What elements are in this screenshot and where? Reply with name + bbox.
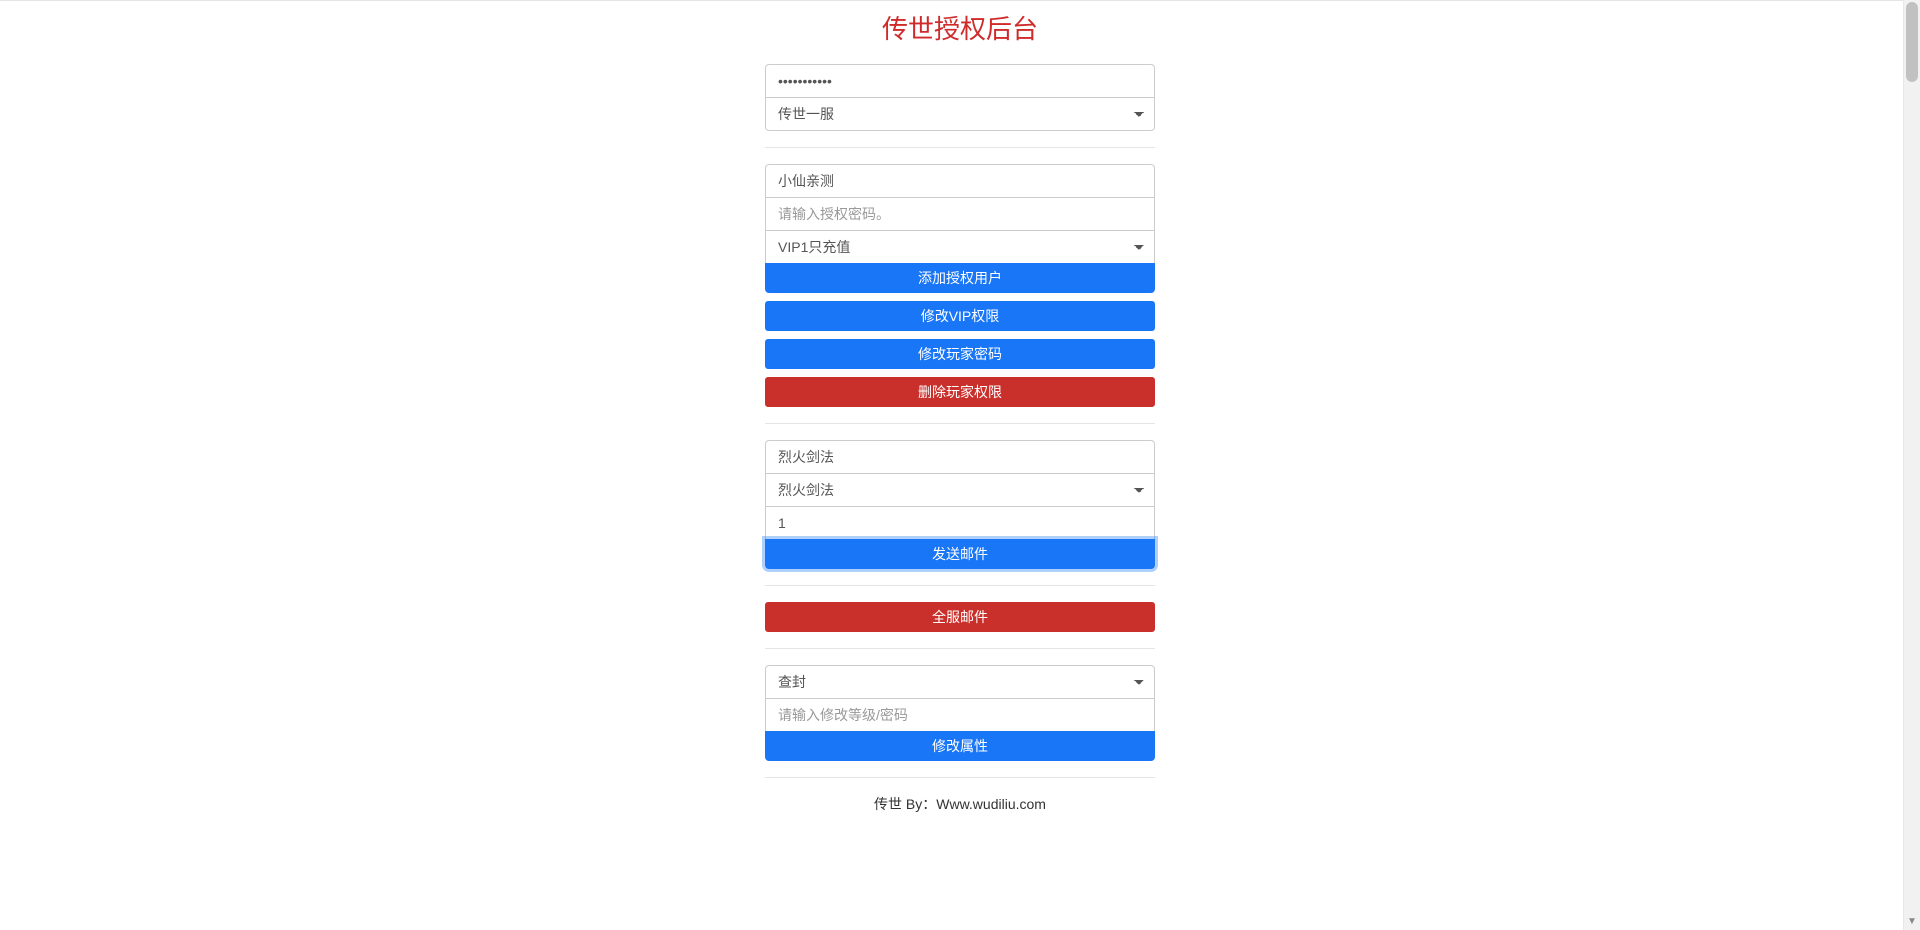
- item-name-input[interactable]: [765, 440, 1155, 474]
- scrollbar[interactable]: ▲ ▼: [1903, 0, 1920, 930]
- auth-password-input[interactable]: [765, 197, 1155, 231]
- modify-attribute-button[interactable]: 修改属性: [765, 731, 1155, 761]
- section-mail: 烈火剑法 发送邮件: [765, 440, 1155, 586]
- main-container: 传世授权后台 传世一服 VIP1只充值 添加授权用户 修改VIP权限: [765, 1, 1155, 834]
- add-auth-user-button[interactable]: 添加授权用户: [765, 263, 1155, 293]
- scrollbar-down-arrow[interactable]: ▼: [1904, 913, 1920, 930]
- global-mail-button[interactable]: 全服邮件: [765, 602, 1155, 632]
- server-select[interactable]: 传世一服: [765, 97, 1155, 131]
- page-title: 传世授权后台: [765, 9, 1155, 46]
- section-modify-attr: 查封 修改属性: [765, 665, 1155, 778]
- modify-vip-button[interactable]: 修改VIP权限: [765, 301, 1155, 331]
- item-select[interactable]: 烈火剑法: [765, 473, 1155, 507]
- send-mail-button[interactable]: 发送邮件: [765, 539, 1155, 569]
- level-password-input[interactable]: [765, 698, 1155, 732]
- section-login: 传世一服: [765, 64, 1155, 148]
- item-quantity-input[interactable]: [765, 506, 1155, 540]
- action-select[interactable]: 查封: [765, 665, 1155, 699]
- footer-text: 传世 By：Www.wudiliu.com: [765, 794, 1155, 834]
- section-global-mail: 全服邮件: [765, 602, 1155, 649]
- scrollbar-thumb[interactable]: [1906, 2, 1918, 82]
- modify-player-password-button[interactable]: 修改玩家密码: [765, 339, 1155, 369]
- delete-player-permission-button[interactable]: 删除玩家权限: [765, 377, 1155, 407]
- vip-level-select[interactable]: VIP1只充值: [765, 230, 1155, 264]
- username-input[interactable]: [765, 164, 1155, 198]
- section-auth-user: VIP1只充值 添加授权用户 修改VIP权限 修改玩家密码 删除玩家权限: [765, 164, 1155, 424]
- admin-password-input[interactable]: [765, 64, 1155, 98]
